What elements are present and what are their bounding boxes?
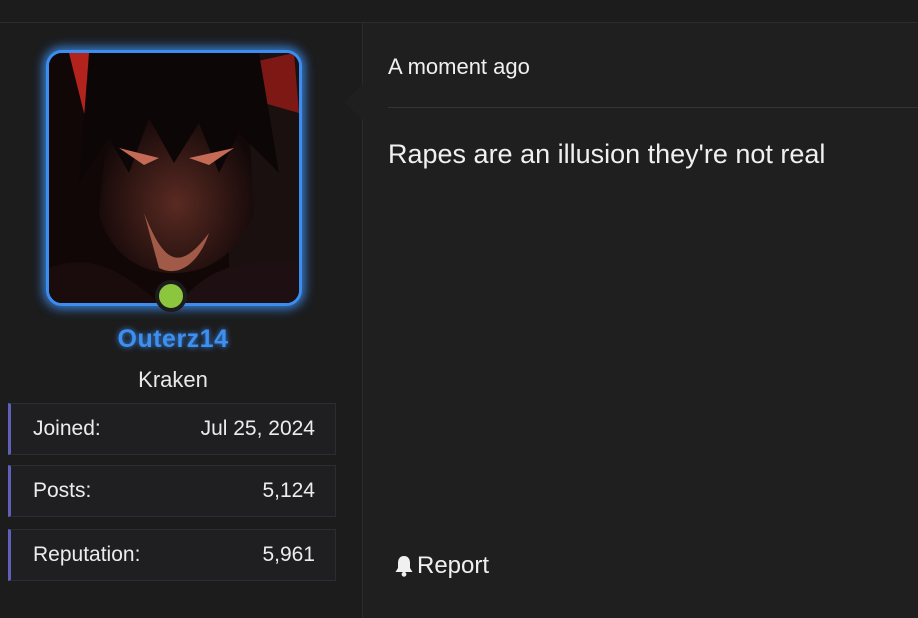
report-label: Report <box>417 552 490 579</box>
stat-label: Joined: <box>33 417 101 440</box>
stat-label: Reputation: <box>33 543 141 566</box>
avatar-image <box>49 53 299 303</box>
post-timestamp[interactable]: A moment ago <box>388 54 530 80</box>
username[interactable]: Outerz14 <box>0 325 346 354</box>
report-button[interactable]: Report <box>394 552 489 580</box>
stat-joined: Joined: Jul 25, 2024 <box>8 403 336 455</box>
user-avatar[interactable] <box>46 50 302 306</box>
post-message: Rapes are an illusion they're not real <box>388 139 826 169</box>
post-content: A moment ago Rapes are an illusion they'… <box>363 23 918 618</box>
stat-value: Jul 25, 2024 <box>200 417 315 440</box>
stat-value: 5,124 <box>262 479 315 502</box>
user-sidebar: Outerz14 Kraken Joined: Jul 25, 2024 Pos… <box>0 23 363 618</box>
stat-label: Posts: <box>33 479 92 502</box>
user-title: Kraken <box>138 367 208 392</box>
post-divider <box>388 107 918 108</box>
bell-icon <box>395 556 413 577</box>
stat-reputation: Reputation: 5,961 <box>8 529 336 581</box>
top-bar <box>0 0 918 23</box>
online-status-indicator <box>155 280 187 312</box>
stat-value: 5,961 <box>262 543 315 566</box>
post-pointer-arrow <box>344 84 363 120</box>
stat-posts: Posts: 5,124 <box>8 465 336 517</box>
